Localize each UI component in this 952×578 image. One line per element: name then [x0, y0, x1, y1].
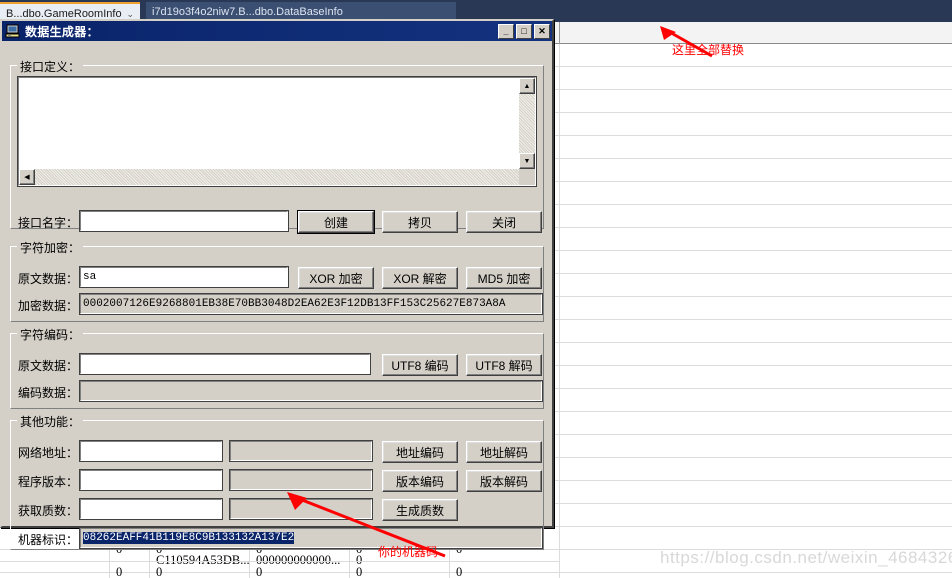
close-button[interactable]: ✕: [534, 24, 550, 39]
group-char-encryption-title: 字符加密：: [17, 239, 83, 256]
machine-id-value: 08262EAFF41B119E8C9B133132A137E2: [83, 532, 294, 544]
network-address-output[interactable]: [230, 441, 372, 461]
prime-number-output[interactable]: [230, 499, 372, 519]
prime-number-label: 获取质数：: [18, 502, 78, 519]
interface-definition-text[interactable]: [21, 80, 517, 167]
machine-id-output[interactable]: 08262EAFF41B119E8C9B133132A137E2: [80, 528, 542, 548]
scrollbar-corner: [519, 169, 535, 185]
network-address-label: 网络地址：: [18, 444, 78, 461]
version-decode-button[interactable]: 版本解码: [466, 470, 542, 492]
dialog-body: 接口定义： ▲ ▼ ◀ 接口名字： 创建 拷贝 关闭 字符加: [2, 41, 552, 528]
scroll-left-arrow-icon[interactable]: ◀: [19, 169, 35, 185]
grid-cell[interactable]: 0: [450, 562, 560, 578]
close-icon: ✕: [535, 25, 549, 38]
copy-button[interactable]: 拷贝: [382, 211, 458, 233]
program-version-output[interactable]: [230, 470, 372, 490]
dialog-titlebar[interactable]: 数据生成器： _ □ ✕: [2, 21, 552, 41]
encode-plain-label: 原文数据：: [18, 357, 78, 374]
network-address-input[interactable]: [80, 441, 222, 461]
create-button[interactable]: 创建: [298, 211, 374, 233]
encrypt-plain-input[interactable]: sa: [80, 267, 288, 287]
utf8-encode-button[interactable]: UTF8 编码: [382, 354, 458, 376]
minimize-icon: _: [499, 25, 513, 38]
grid-cell[interactable]: 0: [250, 562, 350, 578]
prime-number-input[interactable]: [80, 499, 222, 519]
encode-plain-input[interactable]: [80, 354, 370, 374]
grid-cell[interactable]: [0, 562, 110, 578]
program-version-input[interactable]: [80, 470, 222, 490]
encrypt-cipher-output[interactable]: 0002007126E9268801EB38E70BB3048D2EA62E3F…: [80, 294, 542, 314]
maximize-icon: □: [517, 25, 531, 38]
program-version-label: 程序版本：: [18, 473, 78, 490]
generate-prime-button[interactable]: 生成质数: [382, 499, 458, 521]
md5-encrypt-button[interactable]: MD5 加密: [466, 267, 542, 289]
group-char-encoding-title: 字符编码：: [17, 326, 83, 343]
screen: B...dbo.GameRoomInfo ⌄ i7d19o3f4o2niw7.B…: [0, 0, 952, 578]
group-interface-definition-title: 接口定义：: [17, 58, 83, 75]
annotation-your-machine-code: 你的机器码: [378, 543, 438, 560]
close-dialog-button[interactable]: 关闭: [466, 211, 542, 233]
address-encode-button[interactable]: 地址编码: [382, 441, 458, 463]
encrypt-cipher-label: 加密数据：: [18, 297, 78, 314]
editor-vertical-scrollbar[interactable]: ▲ ▼: [519, 78, 535, 169]
machine-id-label: 机器标识：: [18, 531, 78, 548]
tab-databaseinfo-label: i7d19o3f4o2niw7.B...dbo.DataBaseInfo: [152, 6, 343, 18]
encode-output[interactable]: [80, 381, 542, 401]
encode-output-label: 编码数据：: [18, 384, 78, 401]
computer-icon: [5, 23, 21, 39]
interface-definition-editor[interactable]: ▲ ▼ ◀: [18, 77, 536, 186]
table-row[interactable]: 00000: [0, 562, 560, 578]
version-encode-button[interactable]: 版本编码: [382, 470, 458, 492]
interface-name-label: 接口名字：: [18, 214, 78, 231]
interface-name-input[interactable]: [80, 211, 288, 231]
window-buttons: _ □ ✕: [498, 24, 550, 39]
xor-decrypt-button[interactable]: XOR 解密: [382, 267, 458, 289]
grid-cell[interactable]: 0: [350, 562, 450, 578]
maximize-button[interactable]: □: [516, 24, 532, 39]
editor-horizontal-scrollbar[interactable]: ◀: [19, 169, 519, 185]
dialog-title: 数据生成器：: [25, 23, 498, 40]
xor-encrypt-button[interactable]: XOR 加密: [298, 267, 374, 289]
scroll-down-arrow-icon[interactable]: ▼: [519, 153, 535, 169]
data-generator-dialog: 数据生成器： _ □ ✕ 接口定义： ▲ ▼ ◀: [0, 19, 554, 528]
utf8-decode-button[interactable]: UTF8 解码: [466, 354, 542, 376]
minimize-button[interactable]: _: [498, 24, 514, 39]
encrypt-plain-label: 原文数据：: [18, 270, 78, 287]
address-decode-button[interactable]: 地址解码: [466, 441, 542, 463]
grid-cell[interactable]: 0: [110, 562, 150, 578]
grid-cell[interactable]: 0: [150, 562, 250, 578]
annotation-replace-all: 这里全部替换: [672, 41, 744, 58]
scroll-up-arrow-icon[interactable]: ▲: [519, 78, 535, 94]
watermark: https://blog.csdn.net/weixin_46843263: [660, 548, 952, 568]
group-other-functions-title: 其他功能：: [17, 413, 83, 430]
